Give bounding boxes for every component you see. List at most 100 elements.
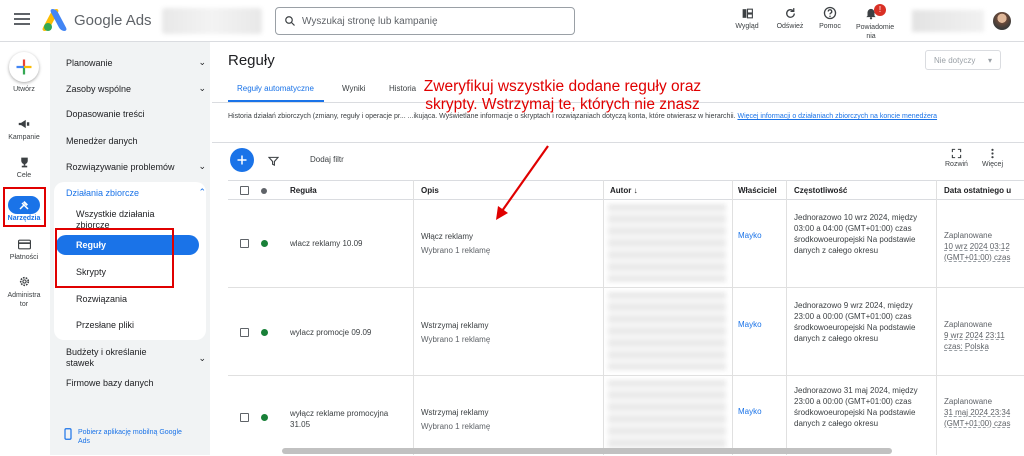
expand-button[interactable]: Rozwiń <box>945 148 968 168</box>
nav-data-manager-label: Menedżer danych <box>66 136 138 146</box>
segment-dropdown[interactable]: Nie dotyczy ▾ <box>925 50 1001 70</box>
admin-gear-icon <box>19 276 29 286</box>
table-row[interactable]: wlacz reklamy 10.09 Włącz reklamy Wybran… <box>228 200 1024 288</box>
nav-planning-label: Planowanie <box>66 57 113 68</box>
avatar[interactable] <box>993 12 1011 30</box>
chevron-down-icon: ⌄ <box>198 57 206 67</box>
dropdown-arrow-icon: ▾ <box>987 55 992 65</box>
mobile-app-link[interactable]: Pobierz aplikację mobilną Google Ads <box>64 428 188 446</box>
status-enabled-dot <box>261 414 268 421</box>
rule-description-detail: Wybrano 1 reklamę <box>421 422 491 431</box>
nav-uploads[interactable]: Przesłane pliki <box>76 320 134 330</box>
rail-item-goals[interactable]: Cele <box>0 154 48 179</box>
row-checkbox[interactable] <box>240 413 249 422</box>
help-button[interactable]: Pomoc <box>814 5 846 30</box>
nav-shared-library-label: Zasoby wspólne <box>66 83 132 94</box>
chevron-down-icon: ⌄ <box>198 83 206 93</box>
chevron-up-icon: ⌃ <box>198 187 206 197</box>
help-label: Pomoc <box>819 23 841 30</box>
rail-item-billing[interactable]: Płatności <box>0 236 48 261</box>
col-description[interactable]: Opis <box>421 186 439 195</box>
nav-budgets[interactable]: Budżety i określanie stawek ⌄ <box>66 347 206 369</box>
add-rule-button[interactable] <box>230 148 254 172</box>
appearance-button[interactable]: Wygląd <box>730 5 764 30</box>
rule-name[interactable]: wlacz reklamy 10.09 <box>290 238 405 249</box>
status-header-icon <box>261 188 267 194</box>
google-ads-logo-icon <box>41 9 68 31</box>
rule-description: Wstrzymaj reklamy <box>421 321 489 330</box>
last-run-date: 9 wrz 2024 23:11 <box>944 331 1005 340</box>
filter-button[interactable] <box>267 154 280 172</box>
phone-icon <box>64 428 72 440</box>
nav-business-data-label: Firmowe bazy danych <box>66 378 154 388</box>
more-button[interactable]: Więcej <box>982 148 1003 168</box>
refresh-button[interactable]: Odśwież <box>772 5 808 30</box>
nav-troubleshooting[interactable]: Rozwiązywanie problemów ⌄ <box>66 161 206 172</box>
nav-shared-library[interactable]: Zasoby wspólne ⌄ <box>66 83 206 94</box>
app-name: Google Ads <box>74 11 152 29</box>
select-all-checkbox[interactable] <box>240 186 249 195</box>
refresh-label: Odśwież <box>776 23 804 30</box>
last-run-date: 31 maj 2024 23:34 <box>944 408 1011 417</box>
menu-icon[interactable] <box>14 13 30 25</box>
info-learn-more-link[interactable]: Więcej informacji o działaniach zbiorczy… <box>737 113 937 120</box>
expand-label: Rozwiń <box>945 161 968 168</box>
search-icon <box>285 16 295 26</box>
tab-automated-rules[interactable]: Reguły automatyczne <box>237 84 314 93</box>
rule-owner[interactable]: Mayko <box>738 406 762 417</box>
rule-name[interactable]: wylacz promocje 09.09 <box>290 327 405 338</box>
tab-history[interactable]: Historia <box>389 84 416 93</box>
nav-planning[interactable]: Planowanie ⌄ <box>66 57 206 68</box>
rail-label-campaigns: Kampanie <box>8 134 40 141</box>
last-run-timezone: (GMT+01:00) czas <box>944 419 1011 428</box>
col-author[interactable]: Autor ↓ <box>610 186 638 195</box>
rule-owner[interactable]: Mayko <box>738 230 762 241</box>
nav-solutions[interactable]: Rozwiązania <box>76 294 127 304</box>
status-enabled-dot <box>261 240 268 247</box>
nav-business-data[interactable]: Firmowe bazy danych <box>66 378 206 388</box>
create-button[interactable] <box>9 52 39 82</box>
notifications-label: Powiadomie nia <box>856 24 895 40</box>
last-run-status: Zaplanowane <box>944 397 993 406</box>
table-row[interactable]: wyłącz reklame promocyjna 31.05 Wstrzyma… <box>228 376 1024 456</box>
col-last-run[interactable]: Data ostatniego u <box>944 186 1011 195</box>
table-row[interactable]: wylacz promocje 09.09 Wstrzymaj reklamy … <box>228 288 1024 376</box>
notifications-button[interactable]: ! Powiadomie nia <box>850 4 895 41</box>
card-icon <box>17 239 31 249</box>
rule-frequency: Jednorazowo 9 wrz 2024, między 23:00 a 0… <box>794 301 916 343</box>
rail-item-admin[interactable]: Administra tor <box>0 273 48 309</box>
rail-label-billing: Płatności <box>9 254 39 261</box>
nav-bulk-actions-label: Działania zbiorcze <box>66 187 140 198</box>
tab-results[interactable]: Wyniki <box>342 84 365 93</box>
plus-icon <box>237 155 247 165</box>
annotation-box-rules-scripts <box>55 228 174 288</box>
col-owner[interactable]: Właściciel <box>738 186 777 195</box>
segment-value: Nie dotyczy <box>934 55 976 65</box>
rule-owner[interactable]: Mayko <box>738 319 762 330</box>
row-checkbox[interactable] <box>240 328 249 337</box>
nav-bulk-actions[interactable]: Działania zbiorcze ⌃ <box>66 187 206 198</box>
expand-icon <box>951 148 962 159</box>
add-filter-button[interactable]: Dodaj filtr <box>310 155 344 164</box>
last-run-status: Zaplanowane <box>944 320 993 329</box>
search-input[interactable]: Wyszukaj stronę lub kampanię <box>275 7 575 35</box>
rule-description-detail: Wybrano 1 reklamę <box>421 246 491 255</box>
top-bar: Google Ads Wyszukaj stronę lub kampanię … <box>0 0 1024 42</box>
more-vert-icon <box>991 148 994 159</box>
nav-budgets-label: Budżety i określanie stawek <box>66 347 147 368</box>
horizontal-scrollbar[interactable] <box>282 448 892 454</box>
last-run-date: 10 wrz 2024 03:12 <box>944 242 1010 251</box>
account-name-redacted <box>162 8 262 34</box>
chevron-down-icon: ⌄ <box>198 352 206 363</box>
nav-content-suitability[interactable]: Dopasowanie treści <box>66 109 206 119</box>
col-rule[interactable]: Reguła <box>290 186 317 195</box>
create-label: Utwórz <box>13 86 35 93</box>
plus-icon <box>16 59 32 75</box>
col-frequency[interactable]: Częstotliwość <box>794 186 847 195</box>
rail-item-campaigns[interactable]: Kampanie <box>0 116 48 141</box>
rule-name[interactable]: wyłącz reklame promocyjna 31.05 <box>290 408 405 430</box>
row-checkbox[interactable] <box>240 239 249 248</box>
nav-data-manager[interactable]: Menedżer danych <box>66 136 206 146</box>
author-redacted <box>608 292 726 370</box>
google-ads-logo[interactable]: Google Ads <box>41 9 152 31</box>
